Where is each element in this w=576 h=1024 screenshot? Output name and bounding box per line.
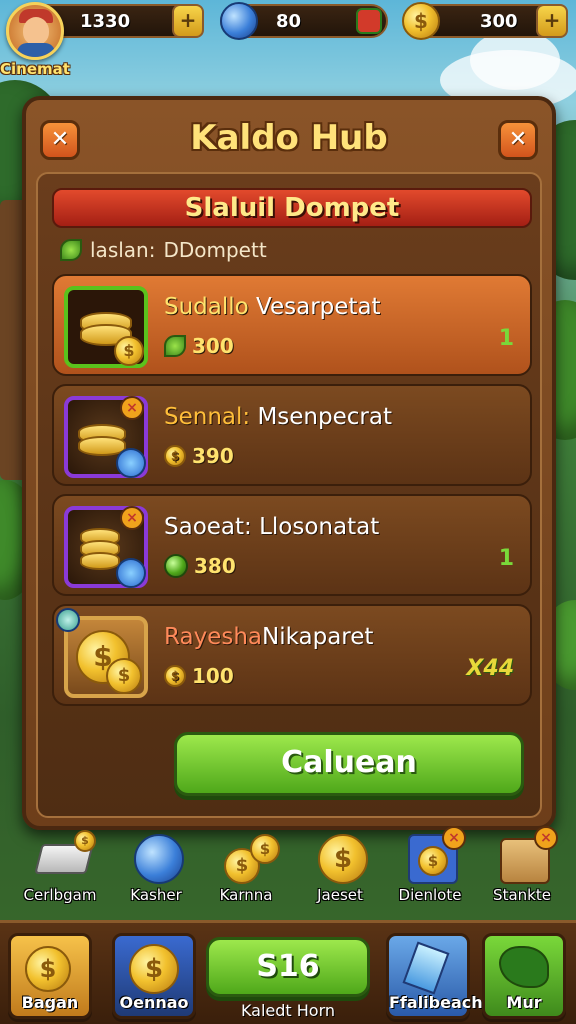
cash-stack-icon <box>34 830 96 884</box>
hub-panel: ✕ Kaldo Hub ✕ Slaluil Dompet laslan: DDo… <box>22 96 556 830</box>
shop-item[interactable]: Karnna <box>196 832 296 910</box>
nav-ffalibeach[interactable]: Ffalibeach <box>386 933 483 1019</box>
coin-stack-icon: × <box>64 506 148 588</box>
offer-status: 1 <box>498 326 514 351</box>
shop-item[interactable]: Cerlbgam <box>10 830 110 910</box>
gem-count: 80 <box>276 10 302 32</box>
green-gem-icon <box>164 554 188 578</box>
offer-row[interactable]: RayeshaNikaparet 100 X44 <box>52 604 532 706</box>
add-coins-button[interactable]: + <box>172 4 204 38</box>
offer-row[interactable]: × Saoeat: Llosonatat 380 1 <box>52 494 532 596</box>
shop-item[interactable]: Kasher <box>106 832 206 910</box>
gold-coin-icon <box>402 2 440 40</box>
gold-coin-icon <box>318 834 368 884</box>
center-action-button[interactable]: S16 <box>206 937 370 997</box>
offer-title: Saoeat: Llosonatat <box>164 514 380 540</box>
subtitle-text: DDompett <box>163 238 267 262</box>
offer-title: Sennal: Msenpecrat <box>164 404 392 430</box>
subtitle: laslan: DDompett <box>60 238 267 262</box>
map-icon <box>499 946 549 988</box>
coin-icon <box>164 445 186 467</box>
coin-stack-icon: × <box>64 396 148 478</box>
offer-title: RayeshaNikaparet <box>164 624 374 650</box>
add-gold-button[interactable]: + <box>536 4 568 38</box>
offer-price: 100 <box>164 664 234 688</box>
section-ribbon: Slaluil Dompet <box>52 188 532 228</box>
nav-mur[interactable]: Mur <box>482 933 566 1019</box>
top-bar: 1330 + Cinemat 80 300 + <box>0 0 576 78</box>
offer-title: Sudallo Vesarpetat <box>164 294 381 320</box>
gem-icon <box>220 2 258 40</box>
nav-bagan[interactable]: Bagan <box>8 933 92 1019</box>
leaf-icon <box>164 335 186 357</box>
offer-row[interactable]: × Sennal: Msenpecrat 390 <box>52 384 532 486</box>
offer-price: 390 <box>164 444 234 468</box>
shop-item[interactable]: × Dienlote <box>380 826 480 910</box>
gem-counter[interactable]: 80 <box>220 2 388 40</box>
player-name: Cinemat <box>0 60 70 78</box>
coin-icon <box>164 665 186 687</box>
subtitle-prefix: laslan: <box>90 238 156 262</box>
panel-title: Kaldo Hub <box>190 118 388 158</box>
crystal-icon <box>402 941 450 995</box>
coin-stack-icon <box>64 286 148 368</box>
coins-icon <box>224 834 280 884</box>
coin-icon <box>129 944 179 994</box>
offer-status: 1 <box>498 546 514 571</box>
nav-oennao[interactable]: Oennao <box>112 933 196 1019</box>
coin-bag-icon: × <box>408 826 466 884</box>
gold-coins-icon <box>56 608 148 698</box>
gift-icon <box>356 8 382 34</box>
offer-price: 380 <box>164 554 236 578</box>
bottom-nav: Bagan Oennao S16 Kaledt Horn Ffalibeach … <box>0 920 576 1024</box>
offer-row[interactable]: Sudallo Vesarpetat 300 1 <box>52 274 532 376</box>
shop-item[interactable]: × Stankte <box>472 826 572 910</box>
close-button[interactable]: ✕ <box>498 120 538 160</box>
blue-gem-icon <box>134 834 184 884</box>
coin-stack-icon <box>25 946 71 992</box>
center-action-label: Kaledt Horn <box>240 1001 336 1020</box>
offer-multiplier: X44 <box>466 656 514 681</box>
gold-counter[interactable]: 300 + <box>402 2 568 40</box>
panel-content: Slaluil Dompet laslan: DDompett Sudallo … <box>36 172 542 818</box>
gold-count: 300 <box>480 10 518 32</box>
confirm-button[interactable]: Caluean <box>174 732 524 796</box>
gift-box-icon: × <box>500 826 558 884</box>
coin-count: 1330 <box>80 10 131 32</box>
leaf-icon <box>60 239 82 261</box>
offer-price: 300 <box>164 334 234 358</box>
shop-item[interactable]: Jaeset <box>290 832 390 910</box>
avatar[interactable] <box>6 2 64 60</box>
